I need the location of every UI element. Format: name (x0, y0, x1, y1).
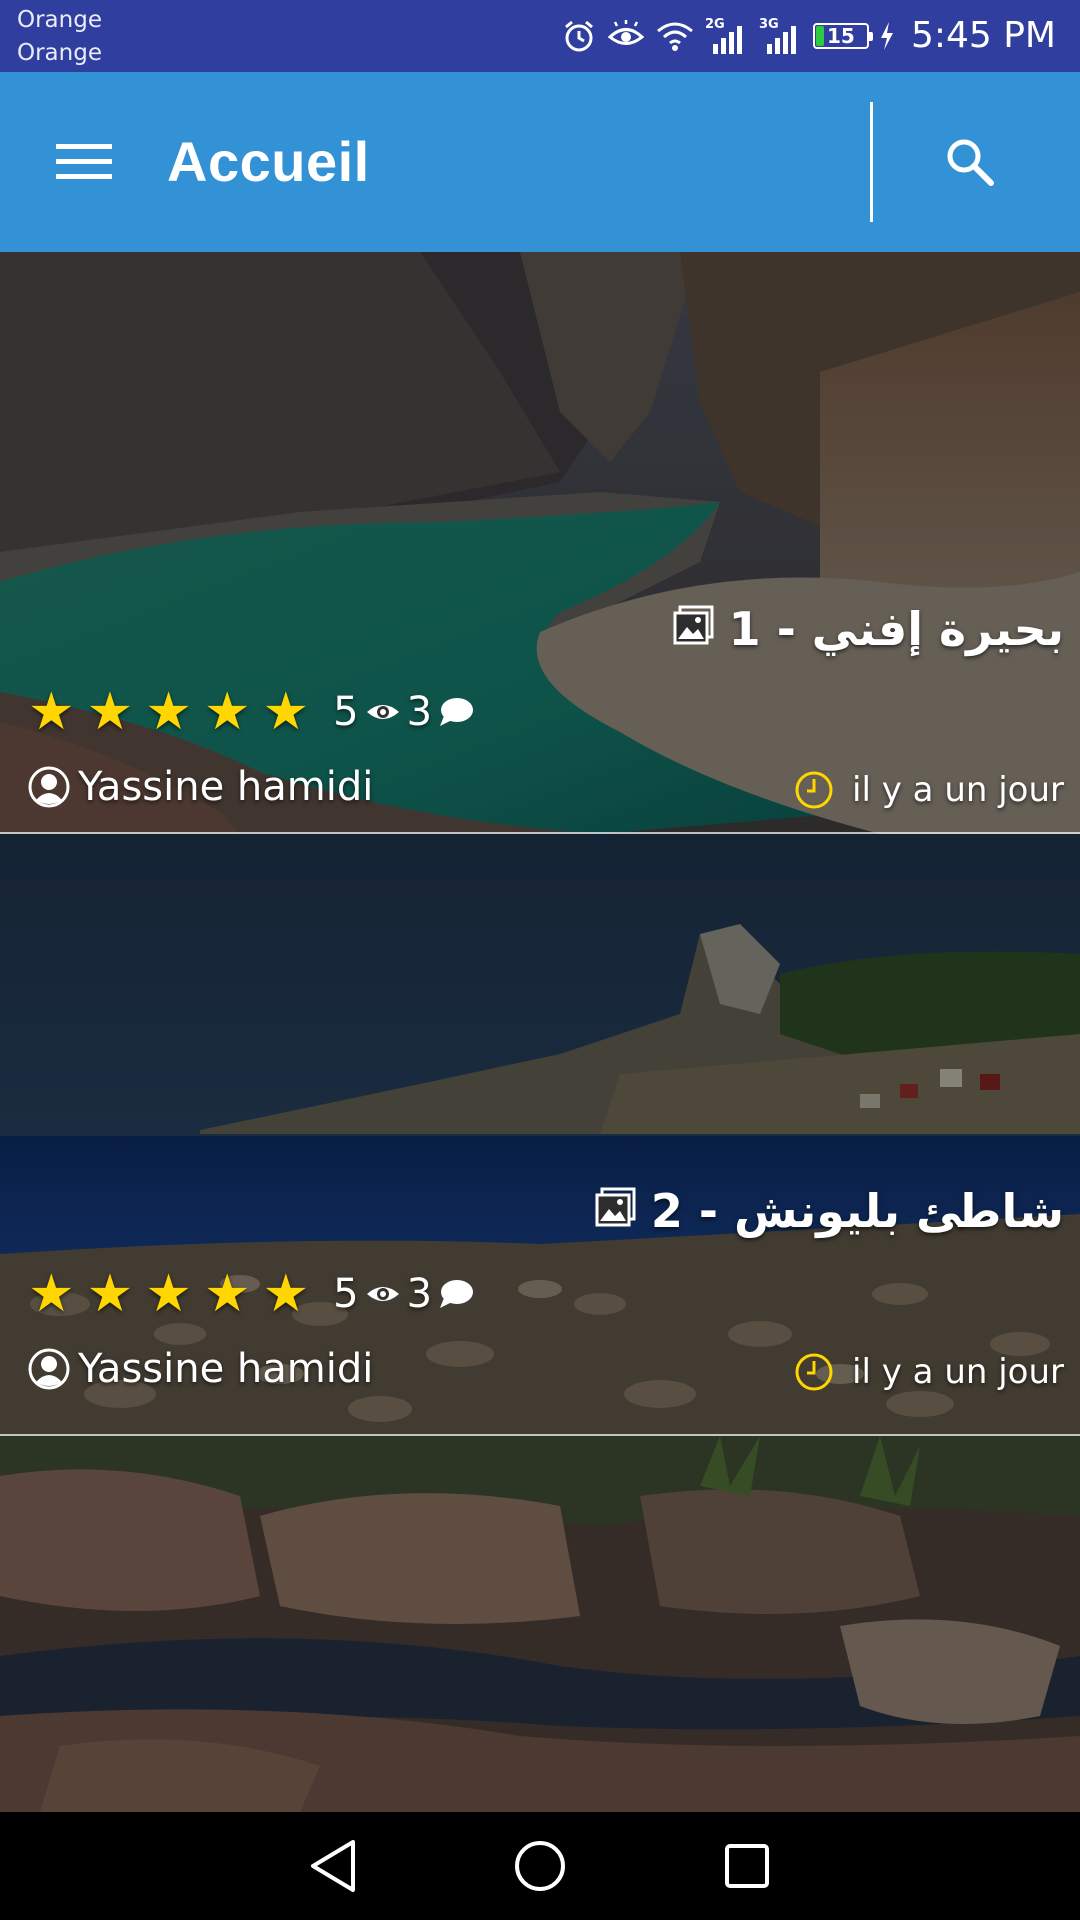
user-icon (28, 1348, 70, 1390)
menu-button[interactable] (40, 122, 128, 202)
user-icon (28, 766, 70, 808)
author-name: Yassine hamidi (78, 1346, 374, 1392)
star-icon: ★ (262, 682, 310, 742)
views-count: 5 (333, 689, 359, 735)
recents-square-icon (724, 1844, 769, 1888)
star-icon: ★ (203, 682, 251, 742)
clock-icon (795, 771, 833, 809)
search-icon (947, 139, 994, 186)
screen: Orange Orange 2G 3G 15 5:45 PM Accueil ب… (0, 0, 1080, 1920)
post-stats: ★ ★ ★ ★ ★ 5 3 (28, 686, 480, 738)
eye-icon (366, 705, 399, 719)
system-nav-bar (0, 1812, 1080, 1920)
star-icon: ★ (203, 1264, 251, 1324)
post-title: بحيرة إفني - 1 (728, 602, 1064, 656)
status-icons: 2G 3G 15 5:45 PM (561, 0, 1056, 72)
carrier-label: Orange (17, 40, 102, 66)
rating-stars: ★ ★ ★ ★ ★ (28, 686, 309, 738)
star-icon: ★ (262, 1264, 310, 1324)
comment-icon (440, 1280, 474, 1308)
star-icon: ★ (86, 1264, 134, 1324)
back-triangle-icon (311, 1840, 356, 1892)
post-author[interactable]: Yassine hamidi (28, 764, 373, 810)
post-title-row: بحيرة إفني - 1 (673, 602, 1064, 656)
network-label: 2G (705, 17, 725, 32)
star-icon: ★ (28, 682, 75, 742)
comments-count: 3 (406, 1271, 433, 1317)
eye-icon (366, 1287, 399, 1301)
post-card[interactable] (0, 1436, 1080, 1812)
star-icon: ★ (145, 1264, 192, 1324)
gallery-icon (673, 602, 715, 656)
author-name: Yassine hamidi (78, 764, 374, 810)
carrier-label: Orange (17, 7, 102, 33)
post-card[interactable]: شاطئ بليونش - 2 ★ ★ ★ ★ ★ 5 3 Yassine ha… (0, 834, 1080, 1436)
battery-label: 15 (827, 24, 855, 48)
status-clock: 5:45 PM (910, 15, 1056, 56)
search-button[interactable] (930, 122, 1010, 202)
star-icon: ★ (28, 1264, 75, 1324)
image-overlay (0, 252, 1080, 834)
views-stat: 5 (333, 689, 400, 735)
post-time: il y a un jour (794, 770, 1064, 810)
clock-icon (795, 1353, 833, 1391)
post-stats: ★ ★ ★ ★ ★ 5 3 (28, 1268, 480, 1320)
home-circle-icon (514, 1841, 565, 1891)
signal-icon: 3G (759, 16, 803, 56)
recents-button[interactable] (707, 1826, 787, 1906)
charging-icon (879, 21, 895, 51)
post-card[interactable]: بحيرة إفني - 1 ★ ★ ★ ★ ★ 5 3 Yassine ham… (0, 252, 1080, 834)
image-overlay (0, 1436, 1080, 1812)
app-bar: Accueil (0, 72, 1080, 252)
post-title: شاطئ بليونش - 2 (650, 1184, 1064, 1238)
toolbar-divider (870, 102, 873, 222)
signal-icon: 2G (705, 16, 749, 56)
comment-icon (440, 698, 474, 726)
home-button[interactable] (500, 1826, 580, 1906)
battery-fill (815, 26, 824, 46)
comments-stat: 3 (407, 1271, 474, 1317)
hamburger-menu-icon (56, 144, 112, 179)
time-label: il y a un jour (852, 1352, 1064, 1392)
wifi-icon (655, 18, 695, 54)
comments-stat: 3 (407, 689, 474, 735)
time-label: il y a un jour (852, 770, 1064, 810)
post-author[interactable]: Yassine hamidi (28, 1346, 373, 1392)
network-label: 3G (759, 17, 779, 32)
post-time: il y a un jour (794, 1352, 1064, 1392)
battery-icon: 15 (812, 23, 873, 49)
star-icon: ★ (145, 682, 192, 742)
views-stat: 5 (333, 1271, 400, 1317)
eye-icon (607, 18, 645, 54)
gallery-icon (595, 1184, 637, 1238)
post-title-row: شاطئ بليونش - 2 (595, 1184, 1064, 1238)
status-bar: Orange Orange 2G 3G 15 5:45 PM (0, 0, 1080, 72)
alarm-icon (561, 18, 597, 54)
rating-stars: ★ ★ ★ ★ ★ (28, 1268, 309, 1320)
views-count: 5 (333, 1271, 359, 1317)
comments-count: 3 (406, 689, 433, 735)
back-button[interactable] (293, 1826, 373, 1906)
page-title: Accueil (167, 130, 370, 193)
star-icon: ★ (86, 682, 134, 742)
